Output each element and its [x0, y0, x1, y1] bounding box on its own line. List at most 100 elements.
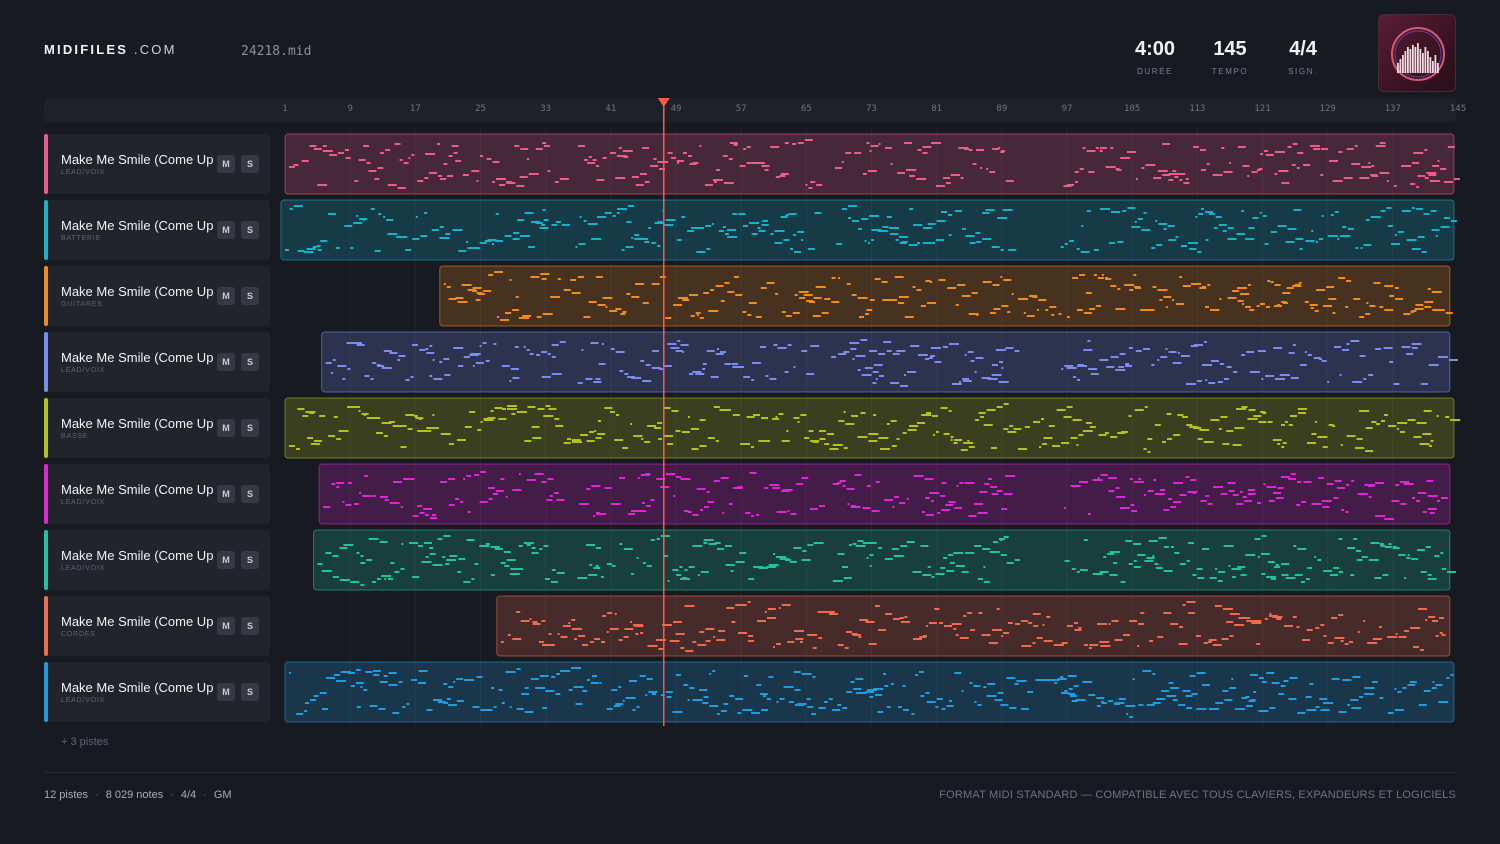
midi-note: [757, 620, 766, 622]
midi-note: [1185, 695, 1193, 697]
midi-note: [537, 408, 545, 410]
midi-note: [1260, 553, 1270, 555]
midi-note: [593, 515, 595, 517]
midi-note: [982, 212, 990, 214]
midi-note: [595, 378, 601, 380]
midi-note: [724, 363, 732, 365]
midi-note: [1247, 175, 1250, 177]
midi-note: [962, 380, 972, 382]
track-lane[interactable]: [284, 661, 1455, 723]
midi-note: [747, 601, 751, 603]
midi-note: [1285, 577, 1294, 579]
midi-note: [773, 553, 776, 555]
midi-note: [1262, 215, 1267, 217]
midi-note: [1058, 313, 1062, 315]
track-lane[interactable]: [313, 529, 1456, 591]
track-lane[interactable]: [439, 265, 1453, 327]
track-lane[interactable]: [280, 199, 1457, 261]
midi-note: [586, 440, 595, 442]
midi-note: [1285, 241, 1295, 243]
midi-note: [1144, 406, 1148, 408]
midi-note: [948, 501, 956, 503]
midi-note: [595, 276, 603, 278]
midi-note: [516, 708, 524, 710]
midi-note: [847, 503, 850, 505]
midi-note: [448, 478, 456, 480]
midi-note: [699, 689, 708, 691]
track-lane[interactable]: [318, 463, 1451, 525]
midi-note: [626, 293, 631, 295]
midi-note: [1256, 169, 1261, 171]
midi-note: [1134, 286, 1141, 288]
track-lane[interactable]: [321, 331, 1458, 393]
midi-note: [1196, 380, 1202, 382]
midi-note: [443, 163, 448, 165]
midi-note: [987, 683, 996, 685]
midi-note: [646, 565, 652, 567]
midi-note: [1257, 556, 1260, 558]
midi-note: [962, 378, 970, 380]
midi-note: [1234, 708, 1245, 710]
midi-note: [1146, 704, 1155, 706]
track-lane[interactable]: [284, 397, 1461, 459]
midi-note: [780, 216, 788, 218]
track-clip[interactable]: [439, 265, 1451, 327]
midi-note: [1430, 210, 1437, 212]
midi-note: [645, 505, 651, 507]
midi-note: [532, 623, 541, 625]
midi-note: [1438, 701, 1449, 703]
midi-note: [1111, 211, 1120, 213]
track-clip[interactable]: [313, 529, 1451, 591]
midi-note: [510, 368, 519, 370]
midi-note: [1163, 612, 1172, 614]
midi-note: [681, 431, 690, 433]
midi-note: [1331, 617, 1338, 619]
midi-note: [635, 633, 639, 635]
midi-note: [394, 143, 401, 145]
midi-note: [494, 407, 503, 409]
midi-note: [512, 238, 520, 240]
track-lane[interactable]: [284, 133, 1460, 195]
midi-note: [1242, 165, 1250, 167]
midi-note: [1154, 424, 1161, 426]
midi-note: [456, 678, 464, 680]
midi-note: [1173, 482, 1184, 484]
midi-note: [860, 412, 866, 414]
midi-note: [885, 613, 893, 615]
more-tracks-link[interactable]: + 3 pistes: [61, 736, 108, 748]
midi-note: [690, 227, 696, 229]
midi-note: [1260, 153, 1263, 155]
midi-note: [640, 632, 644, 634]
midi-note: [501, 702, 505, 704]
midi-note: [953, 628, 957, 630]
midi-note: [1070, 695, 1077, 697]
midi-note: [1394, 234, 1397, 236]
midi-note: [1244, 617, 1251, 619]
midi-note: [644, 441, 651, 443]
midi-note: [916, 289, 922, 291]
midi-note: [1450, 674, 1454, 676]
piano-roll[interactable]: [0, 0, 1500, 844]
track-lane[interactable]: [496, 595, 1451, 657]
midi-note: [809, 301, 815, 303]
midi-note: [917, 149, 922, 151]
track-clip[interactable]: [284, 397, 1455, 459]
midi-note: [689, 373, 694, 375]
playhead-marker-icon[interactable]: [657, 98, 670, 107]
midi-note: [1340, 235, 1351, 237]
midi-note: [1007, 431, 1017, 433]
midi-note: [624, 373, 629, 375]
midi-note: [878, 437, 889, 439]
midi-note: [792, 143, 797, 145]
midi-note: [987, 478, 992, 480]
midi-note: [364, 375, 370, 377]
midi-note: [838, 420, 845, 422]
midi-note: [1236, 408, 1246, 410]
midi-note: [702, 368, 706, 370]
midi-note: [855, 355, 866, 357]
midi-note: [1338, 711, 1347, 713]
midi-note: [446, 286, 451, 288]
midi-note: [794, 294, 798, 296]
midi-note: [336, 680, 346, 682]
midi-note: [1291, 164, 1296, 166]
